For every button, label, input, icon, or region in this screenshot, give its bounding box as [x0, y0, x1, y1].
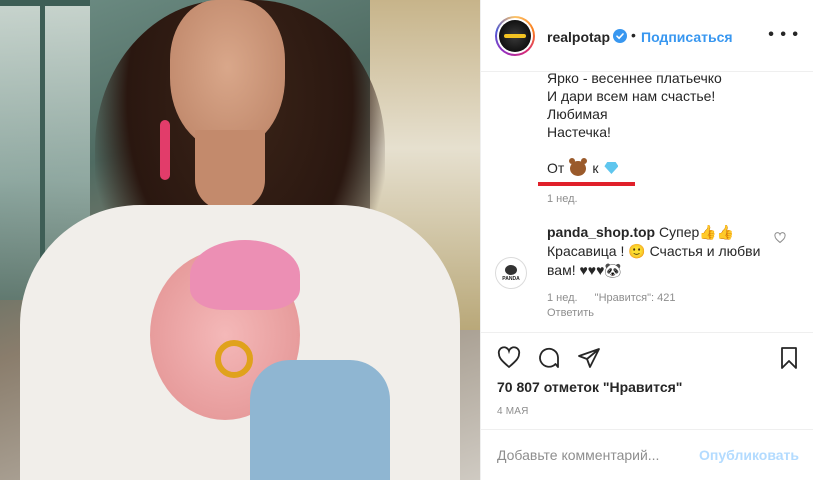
comment-meta: 1 нед. "Нравится": 421: [547, 292, 690, 304]
face: [170, 0, 285, 150]
author-avatar[interactable]: [495, 16, 535, 56]
highlight-underline: [538, 182, 635, 186]
avatar-logo: [504, 34, 526, 38]
reply-button[interactable]: Ответить: [547, 307, 594, 319]
comment-body-part2: Красавица ! 🙂 Счастья и любви вам! ♥♥♥🐼: [547, 243, 761, 278]
comment-input[interactable]: Добавьте комментарий...: [497, 447, 697, 463]
post-time[interactable]: 1 нед.: [547, 193, 578, 205]
avatar-image: [499, 20, 531, 52]
avatar-ring: [497, 18, 533, 54]
post-body: Ярко - весеннее платьечко И дари всем на…: [481, 69, 813, 332]
separator-dot: •: [631, 27, 636, 43]
publish-button[interactable]: Опубликовать: [699, 447, 799, 463]
author-username[interactable]: realpotap: [547, 29, 610, 45]
caption-line: Настечка!: [547, 124, 611, 140]
gem-icon: [604, 162, 619, 174]
post-photo[interactable]: [0, 0, 480, 480]
neck: [195, 130, 265, 210]
instagram-post: realpotap • Подписаться • • • Ярко - вес…: [0, 0, 813, 480]
post-date: 4 МАЯ: [497, 406, 529, 417]
commenter-avatar[interactable]: PANDA: [495, 257, 527, 289]
comment-text: panda_shop.top Супер👍👍 Красавица ! 🙂 Сча…: [547, 223, 772, 280]
comment-likes[interactable]: "Нравится": 421: [595, 292, 676, 304]
bookmark-icon[interactable]: [777, 346, 801, 370]
shirt-print-hair: [190, 240, 300, 310]
more-options-icon[interactable]: • • •: [768, 26, 799, 44]
earring: [160, 120, 170, 180]
comment-heart-icon[interactable]: [774, 232, 786, 244]
post-header: realpotap • Подписаться • • •: [481, 0, 813, 72]
caption-emoji-line: От к: [547, 157, 802, 177]
bear-face-icon: [569, 157, 588, 176]
shirt-print-earring: [215, 340, 253, 378]
comment-icon[interactable]: [537, 346, 561, 370]
caption-to: к: [592, 160, 599, 176]
likes-count[interactable]: 70 807 отметок "Нравится": [497, 379, 682, 395]
post-sidebar: realpotap • Подписаться • • • Ярко - вес…: [480, 0, 813, 480]
comment-time: 1 нед.: [547, 292, 578, 304]
caption-line: Любимая: [547, 106, 608, 122]
commenter-username[interactable]: panda_shop.top: [547, 224, 655, 240]
add-comment-bar: Добавьте комментарий... Опубликовать: [481, 429, 813, 481]
heart-icon[interactable]: [497, 346, 521, 370]
caption-from: От: [547, 160, 565, 176]
verified-badge-icon: [613, 29, 627, 43]
follow-button[interactable]: Подписаться: [641, 29, 733, 45]
caption-line: Ярко - весеннее платьечко: [547, 70, 722, 86]
caption-line: И дари всем нам счастье!: [547, 88, 716, 104]
window-frame: [0, 0, 90, 6]
commenter-avatar-text: PANDA: [502, 275, 520, 282]
post-actions: 70 807 отметок "Нравится" 4 МАЯ Добавьте…: [481, 332, 813, 480]
post-caption: Ярко - весеннее платьечко И дари всем на…: [547, 69, 802, 177]
shirt-print-arm: [250, 360, 390, 480]
panda-logo-icon: [505, 264, 517, 275]
share-icon[interactable]: [577, 346, 601, 370]
comment-body-part1: Супер👍👍: [659, 224, 735, 240]
